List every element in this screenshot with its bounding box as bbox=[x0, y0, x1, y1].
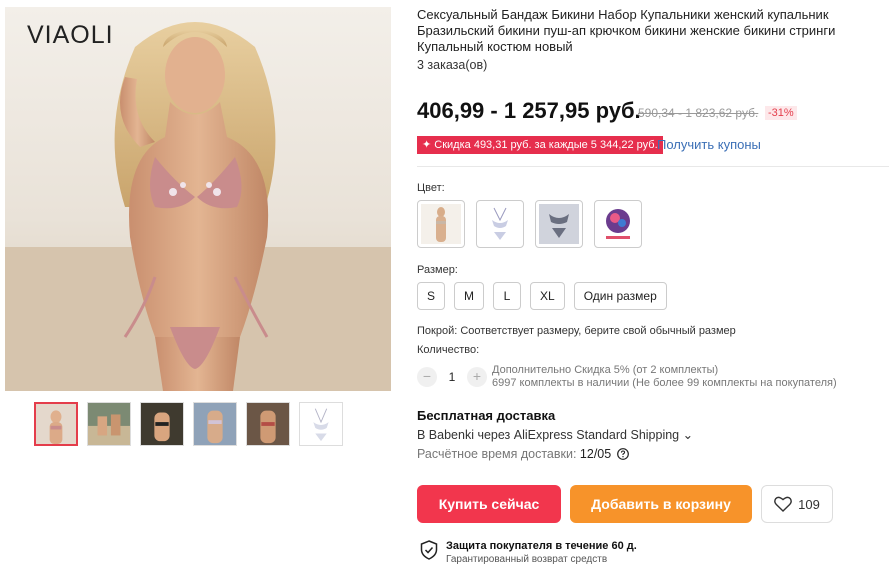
thumbnail-1[interactable] bbox=[34, 402, 78, 446]
current-price: 406,99 - 1 257,95 руб. bbox=[417, 98, 641, 123]
color-option-4[interactable] bbox=[594, 200, 642, 248]
main-product-image[interactable]: VIAOLI bbox=[5, 7, 391, 391]
protection-title: Защита покупателя в течение 60 д. bbox=[446, 540, 637, 552]
quantity-stepper: − 1 + bbox=[417, 367, 487, 387]
original-price: 590,34 - 1 823,62 руб. bbox=[638, 106, 759, 120]
shipping-method-select[interactable]: В Babenki через AliExpress Standard Ship… bbox=[417, 427, 693, 442]
buyer-protection: Защита покупателя в течение 60 д. Гарант… bbox=[420, 540, 637, 565]
get-coupons-link[interactable]: Получить купоны bbox=[657, 137, 761, 152]
delivery-estimate-label: Расчётное время доставки: bbox=[417, 447, 577, 461]
shield-check-icon bbox=[420, 540, 438, 560]
size-one-size[interactable]: Один размер bbox=[573, 282, 667, 310]
delivery-estimate: Расчётное время доставки: 12/05 bbox=[417, 447, 629, 461]
protection-subtitle: Гарантированный возврат средств bbox=[446, 554, 608, 565]
wishlist-count: 109 bbox=[798, 496, 820, 512]
thumbnail-4[interactable] bbox=[193, 402, 237, 446]
thumbnail-3[interactable] bbox=[140, 402, 184, 446]
brand-logo: VIAOLI bbox=[27, 21, 114, 49]
color-label: Цвет: bbox=[417, 182, 445, 194]
size-m[interactable]: M bbox=[454, 282, 485, 310]
product-title: Сексуальный Бандаж Бикини Набор Купальни… bbox=[417, 7, 836, 54]
color-options bbox=[417, 200, 642, 248]
bulk-discount-text: Дополнительно Скидка 5% (от 2 комплекты) bbox=[492, 364, 719, 376]
discount-badge: -31% bbox=[765, 106, 797, 120]
size-s[interactable]: S bbox=[417, 282, 446, 310]
divider bbox=[417, 166, 889, 167]
buy-now-button[interactable]: Купить сейчас bbox=[417, 485, 561, 523]
color-option-2[interactable] bbox=[476, 200, 524, 248]
heart-icon bbox=[774, 496, 793, 512]
quantity-minus-button[interactable]: − bbox=[417, 367, 437, 387]
thumbnail-6[interactable] bbox=[299, 402, 343, 446]
thumbnail-strip bbox=[34, 402, 343, 446]
shipping-title: Бесплатная доставка bbox=[417, 408, 556, 423]
quantity-info: Дополнительно Скидка 5% (от 2 комплекты)… bbox=[492, 364, 837, 390]
fit-info: Покрой: Соответствует размеру, берите св… bbox=[417, 325, 736, 337]
color-option-1[interactable] bbox=[417, 200, 465, 248]
thumbnail-2[interactable] bbox=[87, 402, 131, 446]
delivery-estimate-date: 12/05 bbox=[579, 447, 612, 461]
coupon-badge: ✦ Скидка 493,31 руб. за каждые 5 344,22 … bbox=[417, 136, 663, 154]
quantity-value[interactable]: 1 bbox=[437, 370, 467, 384]
wishlist-button[interactable]: 109 bbox=[761, 485, 833, 523]
add-to-cart-button[interactable]: Добавить в корзину bbox=[570, 485, 752, 523]
size-options: S M L XL Один размер bbox=[417, 282, 667, 310]
thumbnail-5[interactable] bbox=[246, 402, 290, 446]
size-l[interactable]: L bbox=[493, 282, 522, 310]
size-label: Размер: bbox=[417, 264, 458, 276]
quantity-label: Количество: bbox=[417, 344, 480, 356]
stock-text: 6997 комплекты в наличии (Не более 99 ко… bbox=[492, 377, 837, 389]
order-count: 3 заказа(ов) bbox=[417, 58, 488, 72]
quantity-plus-button[interactable]: + bbox=[467, 367, 487, 387]
color-option-3[interactable] bbox=[535, 200, 583, 248]
size-xl[interactable]: XL bbox=[530, 282, 565, 310]
help-icon[interactable] bbox=[616, 448, 629, 460]
